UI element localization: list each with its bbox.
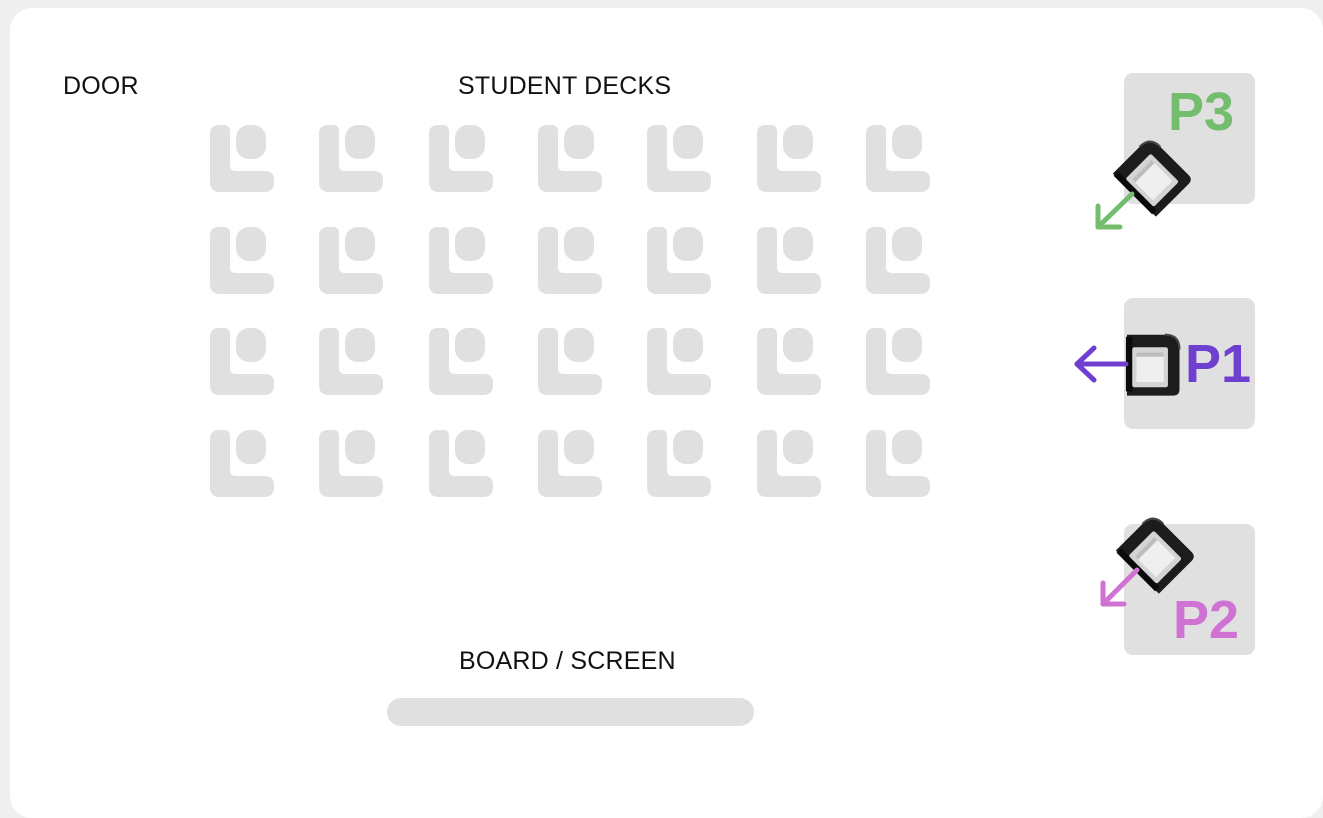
- station-p3-projector-icon: [1111, 135, 1195, 219]
- station-p3-arrow-icon: [1095, 191, 1135, 230]
- station-p2-arrow-icon: [1100, 567, 1140, 607]
- station-p1-projector-icon: [1124, 333, 1181, 397]
- station-p1-arrow-icon: [1074, 345, 1129, 383]
- station-devices-overlay: [1074, 135, 1198, 607]
